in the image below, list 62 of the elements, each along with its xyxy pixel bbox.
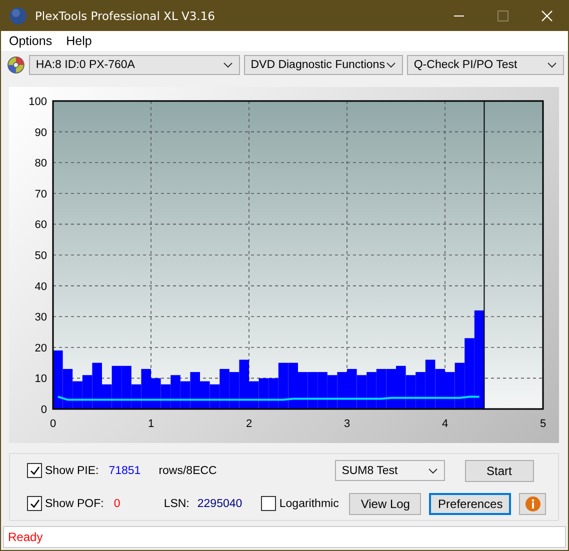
pie-bar	[190, 372, 200, 409]
y-axis-label: 0	[40, 404, 47, 416]
maximize-icon	[497, 10, 509, 22]
pie-bar	[337, 372, 347, 409]
pie-bar	[288, 362, 298, 409]
x-axis-label: 2	[246, 418, 252, 430]
pie-value: 71851	[108, 464, 142, 476]
pie-bar	[366, 372, 376, 409]
info-icon	[524, 496, 541, 512]
pie-bar	[386, 368, 396, 409]
x-axis-label: 0	[50, 418, 56, 430]
x-axis-label: 3	[344, 418, 350, 430]
drive-dropdown[interactable]: HA:8 ID:0 PX-760A	[28, 55, 240, 75]
disc-icon	[7, 56, 25, 74]
y-axis-label: 20	[34, 342, 47, 354]
lsn-label: LSN:	[164, 498, 190, 510]
caret-icon	[547, 62, 557, 68]
preferences-button[interactable]: Preferences	[429, 492, 512, 514]
show-pof-checkbox[interactable]: Show POF:	[27, 496, 104, 511]
pof-value: 0	[114, 498, 122, 510]
pie-bar	[170, 375, 180, 409]
function-dropdown[interactable]: DVD Diagnostic Functions	[244, 55, 403, 75]
pie-bar	[347, 368, 357, 409]
pie-bar	[435, 368, 445, 409]
y-axis-label: 90	[34, 126, 47, 139]
caret-icon	[222, 62, 233, 68]
pie-bar	[318, 372, 328, 409]
x-axis-label: 1	[148, 418, 154, 430]
caret-icon	[386, 62, 396, 68]
y-axis-label: 100	[28, 96, 47, 108]
show-pie-checkbox[interactable]: Show PIE:	[27, 463, 99, 478]
y-axis-label: 30	[34, 312, 47, 324]
x-axis-label: 4	[442, 418, 448, 430]
start-button[interactable]: Start	[464, 460, 534, 482]
y-axis-label: 40	[34, 280, 47, 293]
y-axis-label: 70	[34, 188, 47, 200]
pie-unit: rows/8ECC	[158, 464, 218, 476]
pie-bar	[151, 378, 161, 409]
caret-icon	[428, 468, 438, 474]
view-log-button[interactable]: View Log	[349, 492, 422, 514]
test-dropdown[interactable]: Q-Check PI/PO Test	[406, 55, 564, 75]
lsn-value: 2295040	[197, 498, 244, 510]
checkmark-icon	[28, 498, 40, 510]
x-axis-label: 5	[540, 418, 546, 430]
checkmark-icon	[28, 464, 40, 476]
xl-logo-icon	[9, 7, 27, 25]
window-title: PlexTools Professional XL V3.16	[35, 9, 216, 23]
menu-item[interactable]: Help	[66, 34, 92, 48]
pie-bar	[298, 372, 308, 409]
pie-bar	[416, 372, 426, 409]
y-axis-label: 10	[34, 373, 47, 386]
info-button[interactable]	[519, 492, 546, 514]
y-axis-label: 50	[34, 250, 47, 262]
menu-item[interactable]: Options	[9, 34, 52, 48]
status-text: Ready	[8, 530, 43, 544]
y-axis-label: 60	[34, 219, 47, 232]
logarithmic-checkbox[interactable]: Logarithmic	[261, 496, 350, 511]
pie-bar	[445, 372, 455, 409]
pie-bar	[396, 366, 406, 409]
close-icon[interactable]	[541, 10, 553, 22]
test-mode-dropdown[interactable]: SUM8 Test	[334, 460, 445, 481]
y-axis-label: 80	[34, 158, 47, 170]
